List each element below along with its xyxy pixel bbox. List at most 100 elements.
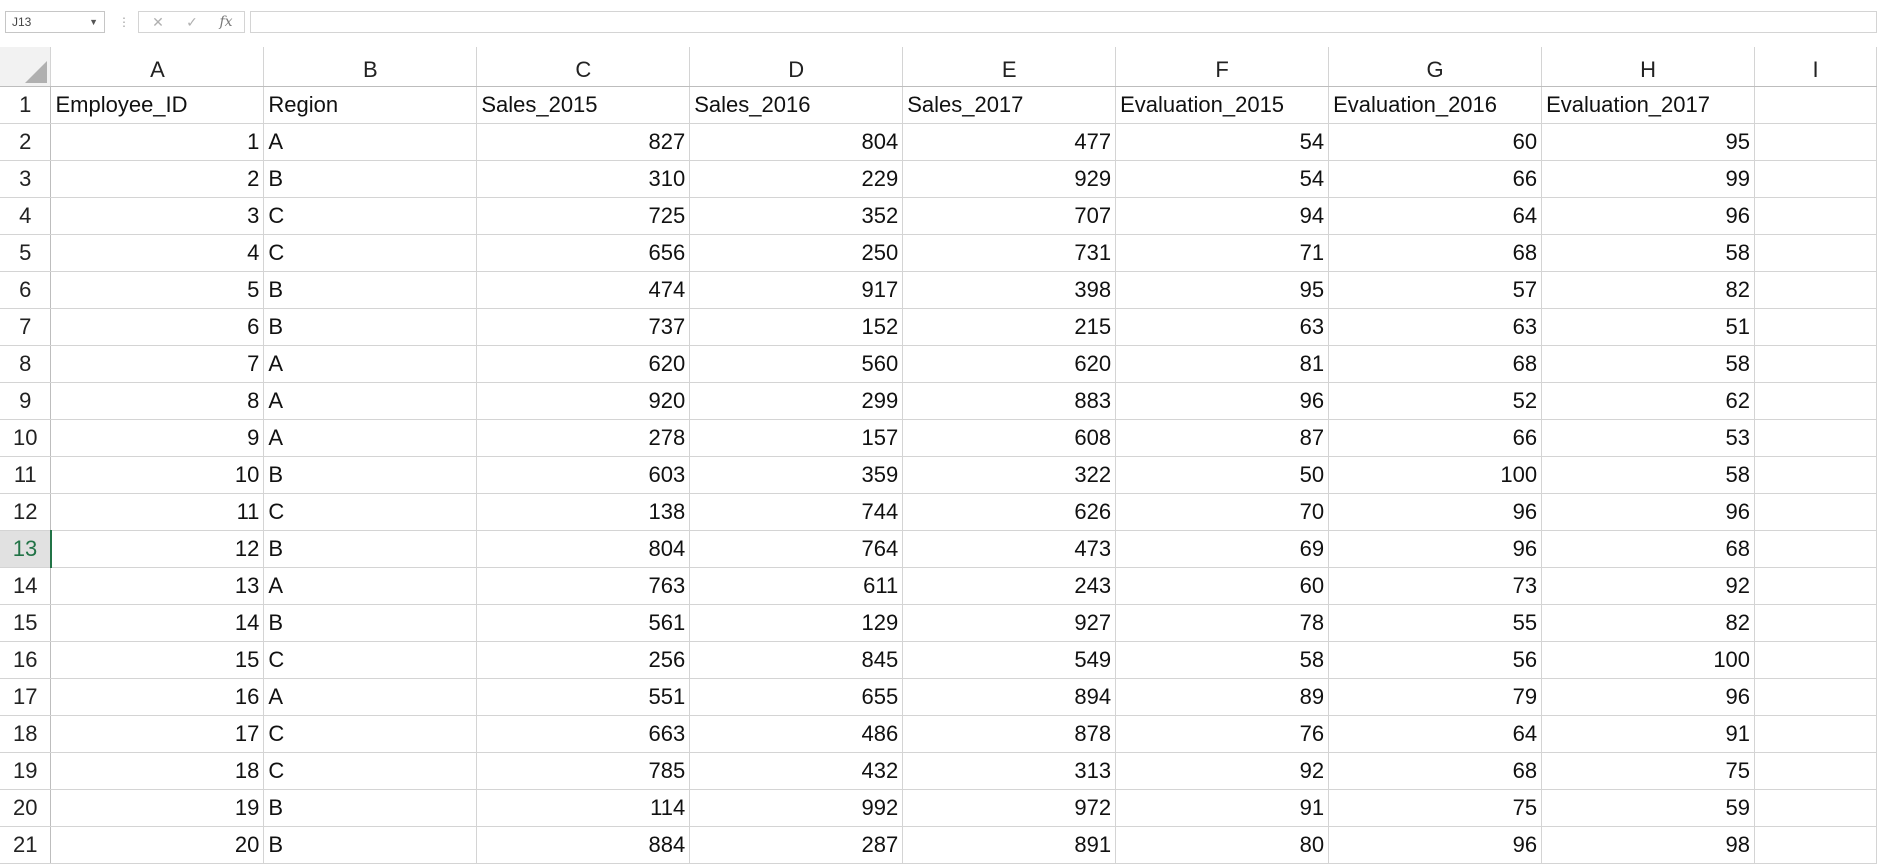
cell-a21[interactable]: 20 bbox=[50, 826, 265, 864]
cell-b1[interactable]: Region bbox=[263, 86, 478, 124]
cell-f2[interactable]: 54 bbox=[1115, 123, 1330, 161]
cell-b16[interactable]: C bbox=[263, 641, 478, 679]
cell-d8[interactable]: 560 bbox=[689, 345, 904, 383]
cell-b2[interactable]: A bbox=[263, 123, 478, 161]
cell-e19[interactable]: 313 bbox=[902, 752, 1117, 790]
cell-e12[interactable]: 626 bbox=[902, 493, 1117, 531]
cell-g1[interactable]: Evaluation_2016 bbox=[1328, 86, 1543, 124]
cell-h17[interactable]: 96 bbox=[1541, 678, 1756, 716]
cell-c1[interactable]: Sales_2015 bbox=[476, 86, 691, 124]
cell-i3[interactable] bbox=[1754, 160, 1877, 198]
cell-i4[interactable] bbox=[1754, 197, 1877, 235]
cell-f3[interactable]: 54 bbox=[1115, 160, 1330, 198]
cell-b13[interactable]: B bbox=[263, 530, 478, 568]
cell-i19[interactable] bbox=[1754, 752, 1877, 790]
cell-a9[interactable]: 8 bbox=[50, 382, 265, 420]
row-header[interactable]: 13 bbox=[0, 530, 52, 568]
cell-b8[interactable]: A bbox=[263, 345, 478, 383]
cell-g4[interactable]: 64 bbox=[1328, 197, 1543, 235]
cell-a1[interactable]: Employee_ID bbox=[50, 86, 265, 124]
cell-f17[interactable]: 89 bbox=[1115, 678, 1330, 716]
cell-i9[interactable] bbox=[1754, 382, 1877, 420]
column-header-g[interactable]: G bbox=[1328, 47, 1543, 87]
cell-h1[interactable]: Evaluation_2017 bbox=[1541, 86, 1756, 124]
formula-input[interactable] bbox=[250, 11, 1877, 33]
cell-f12[interactable]: 70 bbox=[1115, 493, 1330, 531]
row-header[interactable]: 19 bbox=[0, 752, 52, 790]
row-header[interactable]: 16 bbox=[0, 641, 52, 679]
cell-g16[interactable]: 56 bbox=[1328, 641, 1543, 679]
cell-f11[interactable]: 50 bbox=[1115, 456, 1330, 494]
column-header-b[interactable]: B bbox=[263, 47, 478, 87]
cell-c11[interactable]: 603 bbox=[476, 456, 691, 494]
cell-b3[interactable]: B bbox=[263, 160, 478, 198]
cell-c13[interactable]: 804 bbox=[476, 530, 691, 568]
cell-i8[interactable] bbox=[1754, 345, 1877, 383]
cell-f5[interactable]: 71 bbox=[1115, 234, 1330, 272]
cell-h2[interactable]: 95 bbox=[1541, 123, 1756, 161]
cell-c5[interactable]: 656 bbox=[476, 234, 691, 272]
cell-c14[interactable]: 763 bbox=[476, 567, 691, 605]
row-header[interactable]: 6 bbox=[0, 271, 52, 309]
column-header-d[interactable]: D bbox=[689, 47, 904, 87]
cell-a20[interactable]: 19 bbox=[50, 789, 265, 827]
cell-d13[interactable]: 764 bbox=[689, 530, 904, 568]
cell-c9[interactable]: 920 bbox=[476, 382, 691, 420]
row-header[interactable]: 1 bbox=[0, 86, 52, 124]
cell-a18[interactable]: 17 bbox=[50, 715, 265, 753]
cell-a8[interactable]: 7 bbox=[50, 345, 265, 383]
cell-f4[interactable]: 94 bbox=[1115, 197, 1330, 235]
cell-d5[interactable]: 250 bbox=[689, 234, 904, 272]
cell-c19[interactable]: 785 bbox=[476, 752, 691, 790]
cell-d1[interactable]: Sales_2016 bbox=[689, 86, 904, 124]
cell-d3[interactable]: 229 bbox=[689, 160, 904, 198]
cell-b5[interactable]: C bbox=[263, 234, 478, 272]
cell-c12[interactable]: 138 bbox=[476, 493, 691, 531]
cell-g5[interactable]: 68 bbox=[1328, 234, 1543, 272]
cell-g7[interactable]: 63 bbox=[1328, 308, 1543, 346]
cell-h13[interactable]: 68 bbox=[1541, 530, 1756, 568]
cell-i13[interactable] bbox=[1754, 530, 1877, 568]
cell-g14[interactable]: 73 bbox=[1328, 567, 1543, 605]
cell-d15[interactable]: 129 bbox=[689, 604, 904, 642]
cell-c10[interactable]: 278 bbox=[476, 419, 691, 457]
cell-f13[interactable]: 69 bbox=[1115, 530, 1330, 568]
cell-i12[interactable] bbox=[1754, 493, 1877, 531]
cell-h6[interactable]: 82 bbox=[1541, 271, 1756, 309]
cell-b17[interactable]: A bbox=[263, 678, 478, 716]
cell-g20[interactable]: 75 bbox=[1328, 789, 1543, 827]
cell-e2[interactable]: 477 bbox=[902, 123, 1117, 161]
cell-h3[interactable]: 99 bbox=[1541, 160, 1756, 198]
cell-a4[interactable]: 3 bbox=[50, 197, 265, 235]
cell-c8[interactable]: 620 bbox=[476, 345, 691, 383]
cell-h19[interactable]: 75 bbox=[1541, 752, 1756, 790]
cell-c20[interactable]: 114 bbox=[476, 789, 691, 827]
cell-e9[interactable]: 883 bbox=[902, 382, 1117, 420]
cell-h11[interactable]: 58 bbox=[1541, 456, 1756, 494]
insert-function-icon[interactable]: fx bbox=[211, 12, 241, 32]
cell-i20[interactable] bbox=[1754, 789, 1877, 827]
cell-f1[interactable]: Evaluation_2015 bbox=[1115, 86, 1330, 124]
cell-h21[interactable]: 98 bbox=[1541, 826, 1756, 864]
cell-e11[interactable]: 322 bbox=[902, 456, 1117, 494]
cell-g8[interactable]: 68 bbox=[1328, 345, 1543, 383]
cell-i16[interactable] bbox=[1754, 641, 1877, 679]
row-header[interactable]: 20 bbox=[0, 789, 52, 827]
cell-h16[interactable]: 100 bbox=[1541, 641, 1756, 679]
cell-i2[interactable] bbox=[1754, 123, 1877, 161]
cell-c18[interactable]: 663 bbox=[476, 715, 691, 753]
cell-i1[interactable] bbox=[1754, 86, 1877, 124]
chevron-down-icon[interactable]: ▼ bbox=[89, 12, 98, 32]
cell-d19[interactable]: 432 bbox=[689, 752, 904, 790]
cell-g21[interactable]: 96 bbox=[1328, 826, 1543, 864]
cell-e4[interactable]: 707 bbox=[902, 197, 1117, 235]
cell-e16[interactable]: 549 bbox=[902, 641, 1117, 679]
cell-h5[interactable]: 58 bbox=[1541, 234, 1756, 272]
cell-d11[interactable]: 359 bbox=[689, 456, 904, 494]
cell-d21[interactable]: 287 bbox=[689, 826, 904, 864]
cell-g3[interactable]: 66 bbox=[1328, 160, 1543, 198]
cell-i6[interactable] bbox=[1754, 271, 1877, 309]
more-options-icon[interactable]: ⋮ bbox=[118, 11, 130, 33]
cell-a7[interactable]: 6 bbox=[50, 308, 265, 346]
cell-b6[interactable]: B bbox=[263, 271, 478, 309]
